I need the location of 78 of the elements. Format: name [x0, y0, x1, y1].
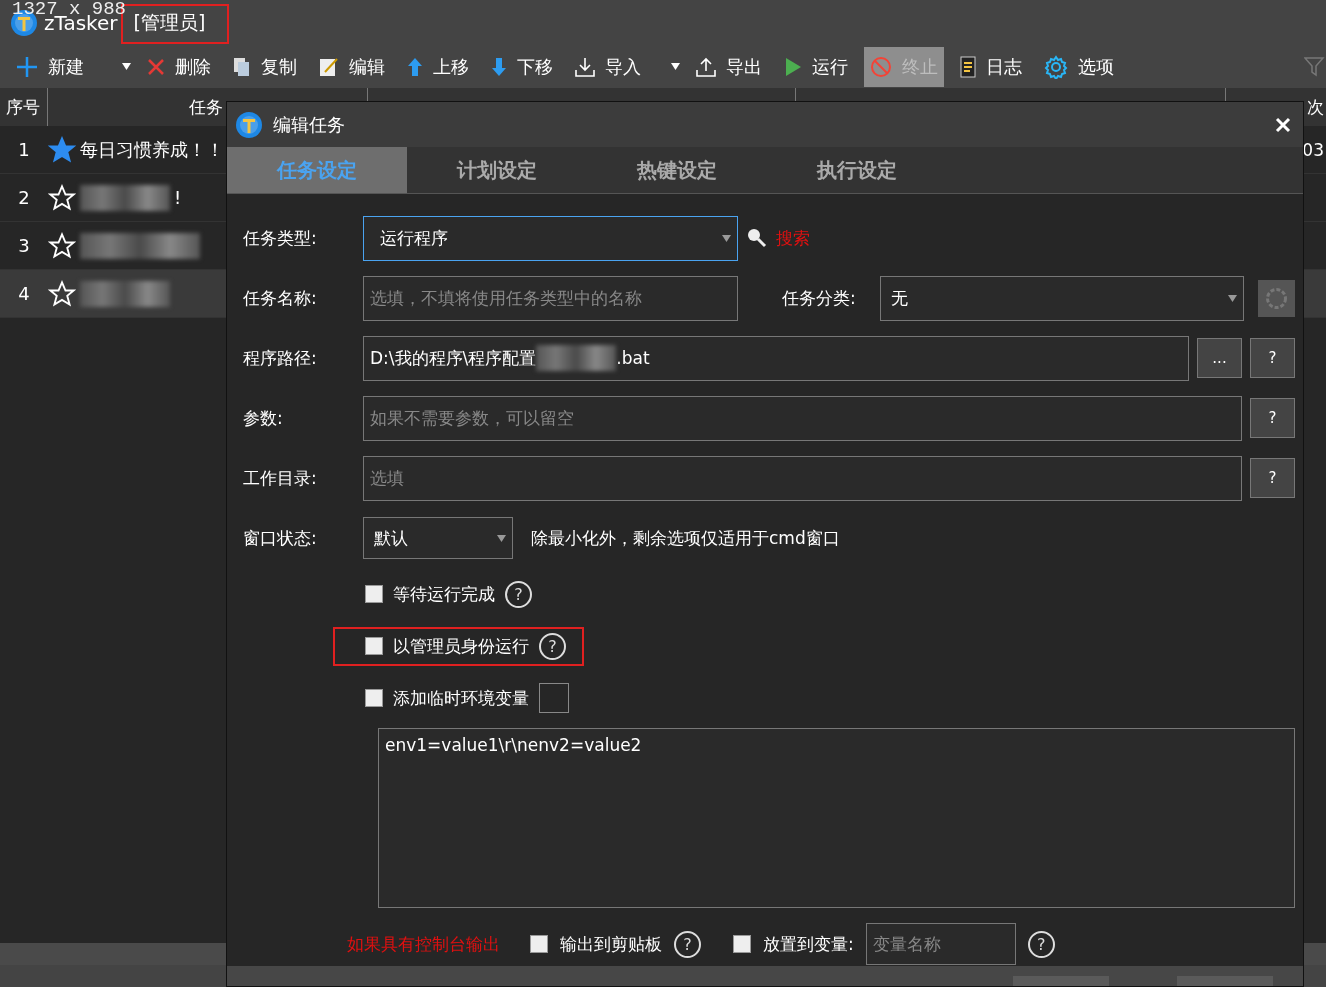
row-index: 2 [17, 187, 31, 208]
env-textarea[interactable]: env1=value1\r\nenv2=value2 [378, 728, 1295, 908]
row-index: 1 [17, 139, 31, 160]
checkbox-label: 放置到变量: [763, 932, 854, 956]
checkbox[interactable] [365, 585, 383, 603]
color-swatch[interactable] [539, 683, 569, 713]
plus-icon [16, 55, 38, 78]
program-path-field[interactable]: D:\我的程序\程序配置 .bat [363, 335, 1189, 381]
caret-icon[interactable] [1228, 294, 1237, 302]
star-icon[interactable] [48, 135, 76, 164]
help-button[interactable]: ? [1250, 398, 1295, 438]
arguments-field[interactable]: 如果不需要参数，可以留空 [363, 395, 1242, 441]
export-icon [696, 56, 716, 77]
task-type-select[interactable]: 运行程序 [363, 215, 738, 261]
toolbar-button[interactable]: 导入 [569, 46, 647, 87]
path-end: .bat [616, 348, 650, 368]
help-button[interactable]: ? [539, 632, 566, 660]
prohibited-icon [870, 55, 892, 78]
path-start: D:\我的程序\程序配置 [370, 346, 537, 370]
checkbox[interactable] [365, 689, 383, 707]
field-label: 任务名称: [243, 286, 318, 310]
checkbox-label: 输出到剪贴板 [560, 932, 662, 956]
checkbox[interactable] [530, 935, 548, 953]
field-label: 任务分类: [782, 286, 857, 310]
help-button[interactable]: ? [505, 580, 532, 608]
help-button[interactable]: ? [1027, 930, 1055, 958]
pencil-note-icon [319, 56, 339, 77]
console-note: 如果具有控制台输出 [347, 932, 500, 956]
caret-icon[interactable] [497, 534, 506, 542]
table-cell: 03 [1302, 140, 1324, 160]
work-dir-field[interactable]: 选填 [363, 455, 1242, 501]
help-button[interactable]: ? [674, 930, 701, 958]
row-index: 3 [17, 235, 31, 256]
up-arrow-icon [407, 56, 423, 77]
copy-icon [233, 56, 251, 77]
settings-icon[interactable] [1258, 279, 1295, 317]
help-button[interactable]: ? [1250, 338, 1295, 378]
toolbar-button[interactable]: 删除 [141, 46, 217, 87]
field-label: 任务类型: [243, 226, 318, 250]
task-name: 每日习惯养成！！ [80, 137, 224, 162]
toolbar-button[interactable]: 选项 [1038, 46, 1120, 87]
task-name-field[interactable]: 选填，不填将使用任务类型中的名称 [363, 275, 738, 321]
notepad-icon [960, 55, 976, 78]
search-icon[interactable] [746, 227, 768, 249]
window-state-select[interactable]: 默认 [363, 517, 513, 559]
field-label: 窗口状态: [243, 526, 318, 550]
variable-name-field[interactable]: 变量名称 [865, 923, 1016, 965]
caret-icon[interactable] [722, 234, 731, 242]
category-select[interactable]: 无 [880, 275, 1244, 321]
toolbar-button[interactable]: 运行 [778, 46, 854, 87]
toolbar-button[interactable]: 导出 [690, 46, 768, 87]
close-icon [147, 57, 165, 76]
field-label: 程序路径: [243, 346, 318, 370]
caret-icon[interactable] [671, 63, 680, 70]
toolbar-button[interactable]: 下移 [485, 46, 559, 87]
field-label: 参数: [243, 406, 284, 430]
row-index: 4 [17, 283, 31, 304]
down-arrow-icon [491, 56, 507, 77]
checkbox-label: 等待运行完成 [393, 582, 495, 606]
toolbar-button[interactable]: 上移 [401, 46, 475, 87]
browse-button[interactable]: ... [1197, 338, 1242, 378]
toolbar-button[interactable]: 编辑 [313, 46, 391, 87]
toolbar-button[interactable]: 复制 [227, 46, 303, 87]
toolbar-button[interactable]: 日志 [954, 46, 1028, 87]
checkbox-label: 添加临时环境变量 [393, 686, 529, 710]
toolbar-button[interactable]: 新建 [10, 46, 90, 87]
column-header[interactable]: 次 [1307, 95, 1324, 119]
checkbox[interactable] [733, 935, 751, 953]
field-label: 工作目录: [243, 466, 318, 490]
hint-text: 除最小化外，剩余选项仅适用于cmd窗口 [531, 526, 840, 550]
caret-icon[interactable] [122, 63, 131, 70]
checkbox-label: 以管理员身份运行 [393, 634, 529, 658]
task-name: ! [174, 187, 182, 208]
play-icon [784, 56, 802, 77]
settings-icon [1044, 54, 1068, 79]
checkbox[interactable] [365, 637, 383, 655]
import-icon [575, 56, 595, 77]
help-button[interactable]: ? [1250, 458, 1295, 498]
